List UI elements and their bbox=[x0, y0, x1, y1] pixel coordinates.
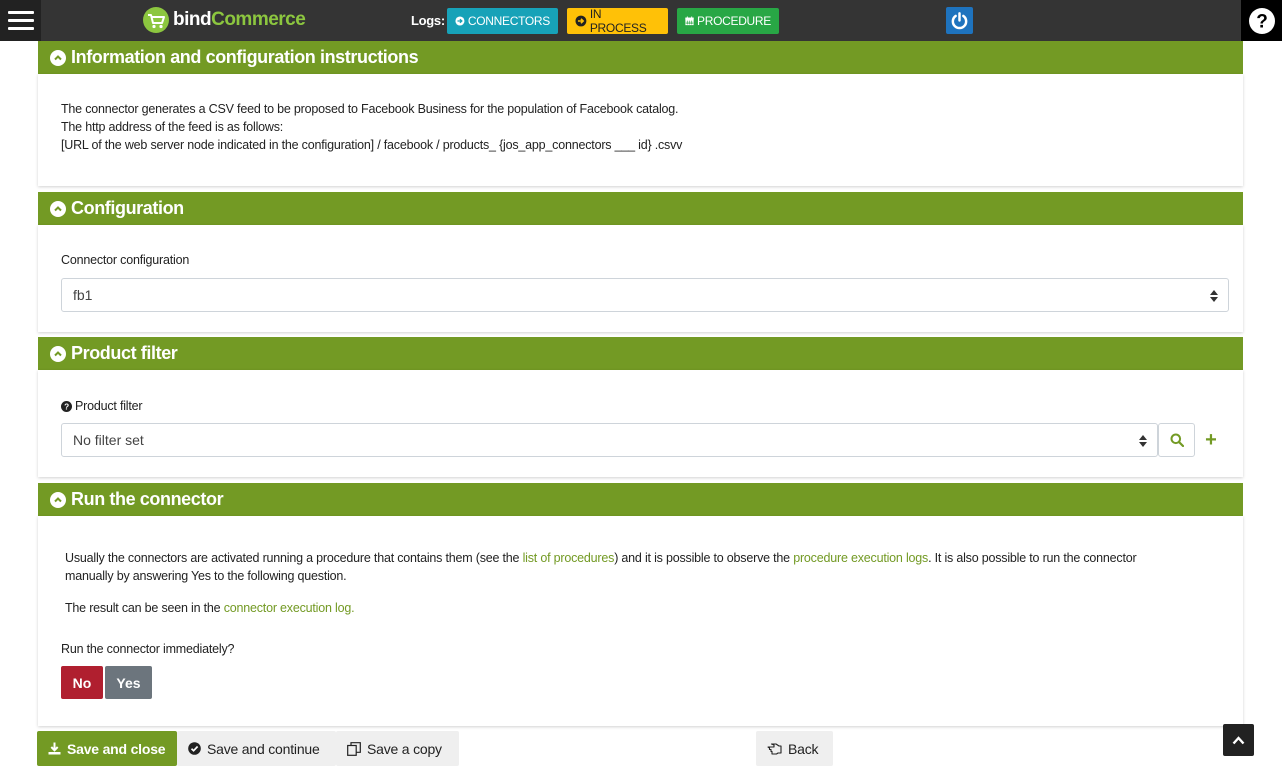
run-yes-button[interactable]: Yes bbox=[105, 666, 152, 699]
product-filter-value: No filter set bbox=[73, 432, 144, 448]
run-result-line: The result can be seen in the connector … bbox=[65, 599, 355, 617]
scroll-to-top-button[interactable] bbox=[1223, 724, 1254, 756]
check-circle-icon bbox=[188, 742, 201, 755]
info-line-1: The connector generates a CSV feed to be… bbox=[61, 102, 679, 116]
save-and-close-button[interactable]: Save and close bbox=[37, 731, 177, 766]
calendar-icon bbox=[685, 16, 694, 26]
circle-arrow-right-icon bbox=[575, 15, 587, 27]
filter-panel-title: Product filter bbox=[71, 343, 178, 363]
download-icon bbox=[48, 742, 61, 755]
top-navbar: bindCommerce Logs: CONNECTORS IN PROCESS… bbox=[0, 0, 1282, 41]
connector-configuration-select[interactable]: fb1 bbox=[61, 278, 1229, 312]
connector-configuration-value: fb1 bbox=[73, 287, 93, 303]
run-text-part: ) and it is possible to observe the bbox=[614, 551, 794, 565]
info-line-2: The http address of the feed is as follo… bbox=[61, 120, 284, 134]
config-panel-title: Configuration bbox=[71, 198, 184, 218]
app-logo[interactable]: bindCommerce bbox=[142, 4, 306, 36]
run-panel-header[interactable]: Run the connector bbox=[38, 483, 1243, 516]
connector-configuration-label: Connector configuration bbox=[61, 253, 190, 267]
question-circle-icon: ? bbox=[1248, 7, 1275, 34]
run-no-button[interactable]: No bbox=[61, 666, 103, 699]
run-text-part: . It is also possible to run the connect… bbox=[928, 551, 1137, 565]
list-of-procedures-link[interactable]: list of procedures bbox=[523, 551, 615, 565]
connectors-log-button[interactable]: CONNECTORS bbox=[447, 8, 558, 34]
info-panel-header[interactable]: Information and configuration instructio… bbox=[38, 41, 1243, 74]
add-filter-button[interactable]: + bbox=[1202, 430, 1220, 450]
logo-wordmark: bindCommerce bbox=[173, 9, 306, 31]
copy-icon bbox=[347, 741, 361, 756]
info-line-3: [URL of the web server node indicated in… bbox=[61, 138, 683, 152]
search-icon bbox=[1170, 433, 1184, 447]
connector-execution-log-link[interactable]: connector execution log. bbox=[224, 601, 355, 615]
in-process-log-button[interactable]: IN PROCESS bbox=[567, 7, 668, 35]
hamburger-menu-icon[interactable] bbox=[0, 0, 41, 41]
chevron-up-icon bbox=[1232, 735, 1245, 744]
power-logout-button[interactable] bbox=[946, 7, 973, 34]
save-and-close-label: Save and close bbox=[67, 740, 166, 757]
hand-pointing-left-icon bbox=[767, 743, 782, 755]
chevron-up-circle-icon bbox=[50, 49, 66, 66]
power-icon bbox=[951, 12, 968, 30]
circle-arrow-right-icon bbox=[455, 16, 465, 26]
save-and-continue-label: Save and continue bbox=[207, 740, 320, 757]
sort-arrows-icon bbox=[1210, 290, 1218, 302]
run-text-part: The result can be seen in the bbox=[65, 601, 224, 615]
product-filter-select[interactable]: No filter set bbox=[61, 423, 1158, 457]
logo-text-bind: bind bbox=[173, 9, 212, 30]
run-panel-title: Run the connector bbox=[71, 489, 224, 509]
back-label: Back bbox=[788, 740, 819, 757]
procedure-log-button[interactable]: PROCEDURE bbox=[677, 8, 779, 34]
in-process-log-label: IN PROCESS bbox=[589, 7, 647, 35]
info-panel-title: Information and configuration instructio… bbox=[71, 47, 419, 67]
save-a-copy-label: Save a copy bbox=[367, 740, 442, 757]
chevron-up-circle-icon bbox=[50, 345, 66, 362]
procedure-log-label: PROCEDURE bbox=[697, 14, 771, 28]
filter-panel-header[interactable]: Product filter bbox=[38, 337, 1243, 370]
chevron-up-circle-icon bbox=[50, 491, 66, 508]
sort-arrows-icon bbox=[1139, 435, 1147, 447]
product-filter-label: Product filter bbox=[75, 399, 143, 413]
run-panel-body bbox=[38, 516, 1243, 726]
help-label: ? bbox=[1256, 11, 1268, 32]
logo-text-commerce: Commerce bbox=[211, 9, 306, 30]
run-text-part: Usually the connectors are activated run… bbox=[65, 551, 523, 565]
save-a-copy-button[interactable]: Save a copy bbox=[336, 731, 459, 766]
chevron-up-circle-icon bbox=[50, 200, 66, 217]
save-and-continue-button[interactable]: Save and continue bbox=[177, 731, 336, 766]
connectors-log-label: CONNECTORS bbox=[467, 14, 550, 28]
run-question-label: Run the connector immediately? bbox=[61, 642, 235, 656]
config-panel-header[interactable]: Configuration bbox=[38, 192, 1243, 225]
question-circle-icon[interactable]: ? bbox=[61, 400, 72, 412]
help-button[interactable]: ? bbox=[1241, 0, 1282, 41]
run-description-line-1: Usually the connectors are activated run… bbox=[65, 549, 1137, 567]
procedure-execution-logs-link[interactable]: procedure execution logs bbox=[793, 551, 928, 565]
back-button[interactable]: Back bbox=[756, 731, 833, 766]
logs-label: Logs: bbox=[411, 13, 445, 28]
product-filter-label-row: ? Product filter bbox=[61, 399, 143, 413]
run-description-line-2: manually by answering Yes to the followi… bbox=[65, 569, 347, 583]
svg-text:?: ? bbox=[64, 402, 69, 411]
shopping-cart-logo-icon bbox=[143, 7, 169, 33]
search-filter-button[interactable] bbox=[1158, 423, 1195, 457]
